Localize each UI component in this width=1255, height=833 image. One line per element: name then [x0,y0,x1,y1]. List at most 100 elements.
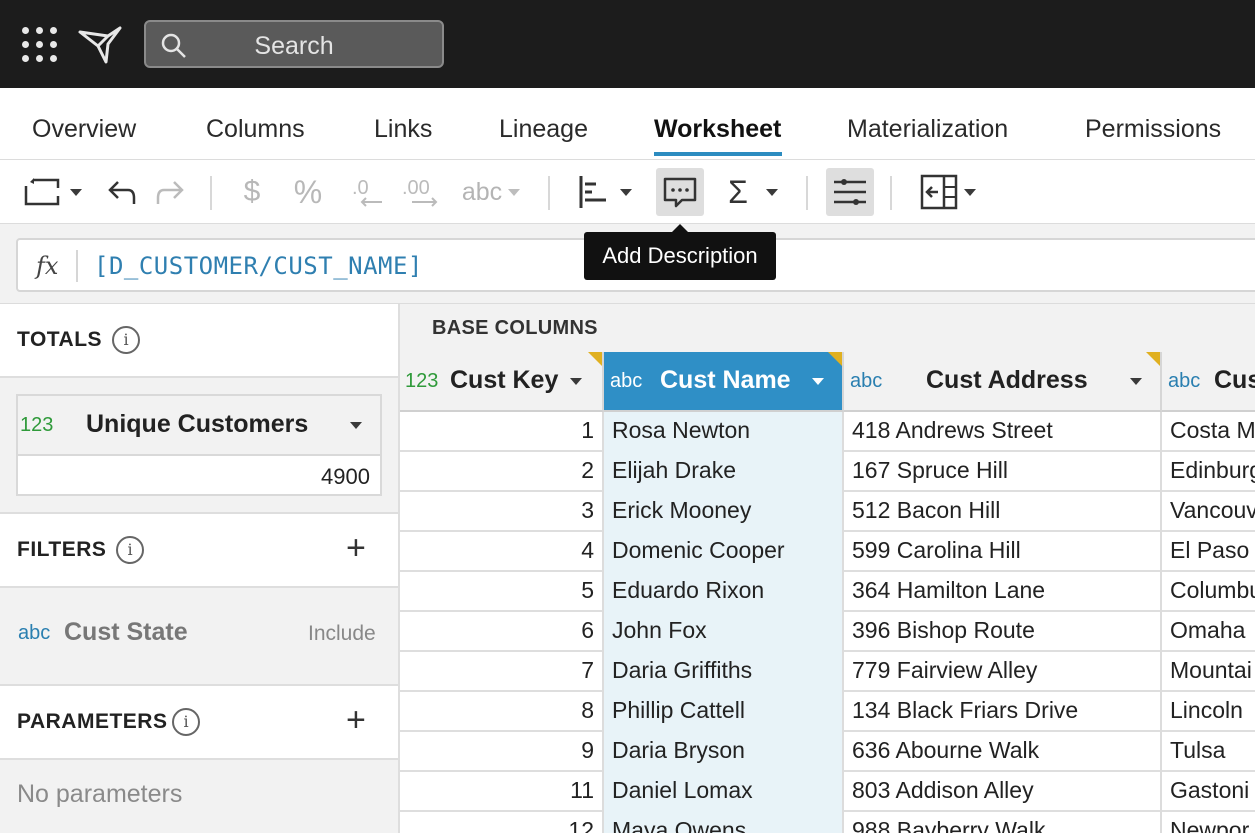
total-metric-card[interactable]: 123 Unique Customers 4900 [16,394,382,496]
cell-cust-key[interactable]: 9 [400,732,604,772]
cell-cust-key[interactable]: 4 [400,532,604,572]
cell-cust-key[interactable]: 11 [400,772,604,812]
cell-cust-name[interactable]: Elijah Drake [604,452,844,492]
comment-icon [663,177,697,208]
change-source-button[interactable] [16,168,88,216]
redo-button[interactable] [148,168,192,216]
tab-links[interactable]: Links [374,115,432,144]
cell-cust-address[interactable]: 779 Fairview Alley [844,652,1162,692]
table-row[interactable]: 11 Daniel Lomax 803 Addison Alley Gastoni [400,772,1255,812]
table-row[interactable]: 12 Maya Owens 988 Bayberry Walk Newpor [400,812,1255,833]
column-header-cust-city[interactable]: abc Cus [1162,352,1255,412]
tab-lineage[interactable]: Lineage [499,115,588,144]
tab-overview[interactable]: Overview [32,115,136,144]
column-header-cust-name[interactable]: abc Cust Name [604,352,844,412]
cell-cust-key[interactable]: 5 [400,572,604,612]
cell-cust-city[interactable]: Mountai [1162,652,1255,692]
cell-cust-city[interactable]: Newpor [1162,812,1255,833]
increase-decimals-button[interactable]: .00 [398,168,446,216]
cell-cust-name[interactable]: Maya Owens [604,812,844,833]
table-row[interactable]: 4 Domenic Cooper 599 Carolina Hill El Paso [400,532,1255,572]
cell-cust-city[interactable]: Costa M [1162,412,1255,452]
cell-cust-address[interactable]: 167 Spruce Hill [844,452,1162,492]
filters-title: FILTERS [17,538,107,561]
cell-cust-address[interactable]: 988 Bayberry Walk [844,812,1162,833]
table-row[interactable]: 6 John Fox 396 Bishop Route Omaha [400,612,1255,652]
cell-cust-name[interactable]: Rosa Newton [604,412,844,452]
aggregate-button[interactable]: Σ [718,168,788,216]
add-filter-button[interactable]: + [346,530,366,566]
cell-cust-name[interactable]: Domenic Cooper [604,532,844,572]
undo-button[interactable] [100,168,144,216]
cell-cust-city[interactable]: Lincoln [1162,692,1255,732]
cell-cust-city[interactable]: Columbu [1162,572,1255,612]
align-button[interactable] [570,168,638,216]
row-density-button[interactable] [826,168,874,216]
tab-columns[interactable]: Columns [206,115,305,144]
cell-cust-city[interactable]: Vancouv [1162,492,1255,532]
table-row[interactable]: 2 Elijah Drake 167 Spruce Hill Edinburg [400,452,1255,492]
cell-cust-address[interactable]: 512 Bacon Hill [844,492,1162,532]
cell-cust-city[interactable]: Omaha [1162,612,1255,652]
cell-cust-address[interactable]: 636 Abourne Walk [844,732,1162,772]
chevron-down-icon [620,188,632,196]
insert-column-button[interactable] [910,168,982,216]
filter-item[interactable]: abc Cust State Include [0,588,398,684]
cell-cust-address[interactable]: 134 Black Friars Drive [844,692,1162,732]
apps-grid-icon[interactable] [22,27,58,63]
worksheet-grid: BASE COLUMNS 123 Cust Key abc Cust Name … [400,304,1255,833]
cell-cust-name[interactable]: Daria Bryson [604,732,844,772]
table-row[interactable]: 5 Eduardo Rixon 364 Hamilton Lane Columbu [400,572,1255,612]
add-description-button[interactable] [656,168,704,216]
cell-cust-address[interactable]: 364 Hamilton Lane [844,572,1162,612]
column-header-cust-key[interactable]: 123 Cust Key [400,352,604,412]
tab-worksheet[interactable]: Worksheet [654,115,781,144]
cell-cust-key[interactable]: 6 [400,612,604,652]
cell-cust-name[interactable]: Phillip Cattell [604,692,844,732]
cell-cust-address[interactable]: 599 Carolina Hill [844,532,1162,572]
formula-expression[interactable]: [D_CUSTOMER/CUST_NAME] [94,252,423,280]
tab-permissions[interactable]: Permissions [1085,115,1221,144]
decrease-decimals-button[interactable]: .0 [346,168,390,216]
cell-cust-name[interactable]: John Fox [604,612,844,652]
cell-cust-city[interactable]: Gastoni [1162,772,1255,812]
cell-cust-name[interactable]: Eduardo Rixon [604,572,844,612]
cell-cust-city[interactable]: El Paso [1162,532,1255,572]
cell-cust-key[interactable]: 12 [400,812,604,833]
info-icon[interactable]: i [116,536,144,564]
table-row[interactable]: 8 Phillip Cattell 134 Black Friars Drive Li… [400,692,1255,732]
chevron-down-icon[interactable] [1130,378,1142,385]
increase-decimal-icon: .00 [402,177,438,207]
table-row[interactable]: 1 Rosa Newton 418 Andrews Street Costa M [400,412,1255,452]
cell-cust-key[interactable]: 2 [400,452,604,492]
percent-icon: % [293,173,323,210]
chevron-down-icon[interactable] [570,378,582,385]
cell-cust-name[interactable]: Daniel Lomax [604,772,844,812]
cell-cust-city[interactable]: Tulsa [1162,732,1255,772]
cell-cust-key[interactable]: 1 [400,412,604,452]
cell-cust-key[interactable]: 3 [400,492,604,532]
text-format-button[interactable]: abc [454,168,528,216]
percent-format-button[interactable]: % [286,168,330,216]
app-logo-icon[interactable] [78,22,122,66]
table-row[interactable]: 9 Daria Bryson 636 Abourne Walk Tulsa [400,732,1255,772]
column-header-cust-address[interactable]: abc Cust Address [844,352,1162,412]
cell-cust-key[interactable]: 8 [400,692,604,732]
tab-materialization[interactable]: Materialization [847,115,1008,144]
info-icon[interactable]: i [172,708,200,736]
cell-cust-address[interactable]: 803 Addison Alley [844,772,1162,812]
cell-cust-name[interactable]: Erick Mooney [604,492,844,532]
info-icon[interactable]: i [112,326,140,354]
cell-cust-city[interactable]: Edinburg [1162,452,1255,492]
currency-format-button[interactable]: $ [232,168,272,216]
table-row[interactable]: 7 Daria Griffiths 779 Fairview Alley Mounta… [400,652,1255,692]
cell-cust-key[interactable]: 7 [400,652,604,692]
table-row[interactable]: 3 Erick Mooney 512 Bacon Hill Vancouv [400,492,1255,532]
chevron-down-icon[interactable] [812,378,824,385]
cell-cust-address[interactable]: 396 Bishop Route [844,612,1162,652]
cell-cust-name[interactable]: Daria Griffiths [604,652,844,692]
add-parameter-button[interactable]: + [346,702,366,738]
cell-cust-address[interactable]: 418 Andrews Street [844,412,1162,452]
search-box[interactable]: Search [144,20,444,68]
chevron-down-icon[interactable] [350,422,362,429]
